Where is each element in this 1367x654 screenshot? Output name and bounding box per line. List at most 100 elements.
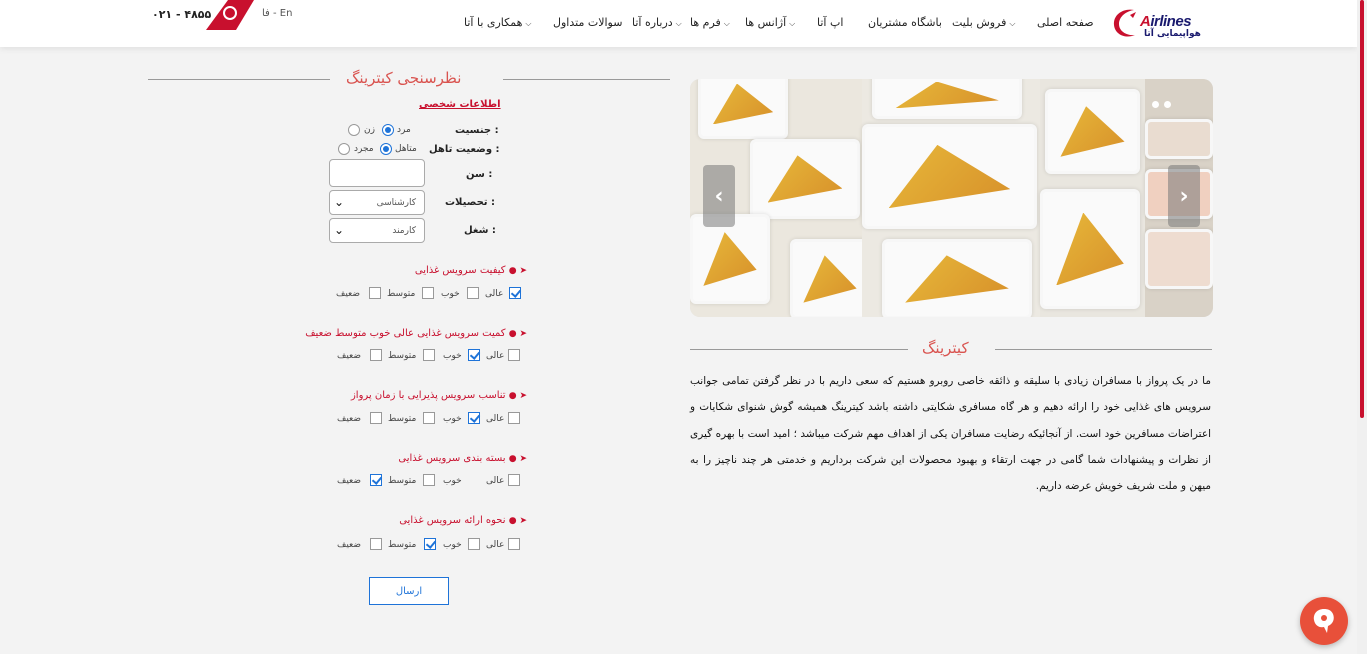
language-switch[interactable]: فا - En <box>262 8 292 19</box>
q4-option-excellent-checkbox[interactable] <box>508 474 520 486</box>
chevron-down-icon: ⌵ <box>1009 19 1016 28</box>
gender-male-radio[interactable] <box>382 124 394 136</box>
carousel-dot[interactable] <box>1152 101 1159 108</box>
gender-female-label: زن <box>364 125 375 135</box>
chevron-down-icon: ⌵ <box>789 19 796 28</box>
nav-agencies-label: آژانس ها <box>745 16 787 29</box>
question-title-text: تناسب سرویس پذیرایی با زمان پرواز <box>350 390 506 401</box>
q2-option-average-checkbox[interactable] <box>423 349 435 361</box>
question-title-text: نحوه ارائه سرویس غذایی <box>399 515 506 526</box>
food-tray <box>872 79 1022 119</box>
chevron-down-icon: ⌵ <box>525 19 532 28</box>
phone-number[interactable]: ۰۲۱ - ۴۸۵۵ <box>152 8 211 21</box>
carousel-next-button[interactable]: › <box>1168 165 1200 227</box>
submit-button[interactable]: ارسال <box>369 577 449 605</box>
q4-option-average-checkbox[interactable] <box>370 474 382 486</box>
nav-customer-club-label: باشگاه مشتریان <box>868 16 942 29</box>
q3-option-good-checkbox[interactable] <box>468 412 480 424</box>
age-input[interactable] <box>329 159 425 187</box>
nav-ticket-sales[interactable]: فروش بلیت ⌵ <box>952 16 1015 32</box>
logo-subtitle: هواپیمایی آتا <box>1144 29 1201 39</box>
chevron-down-icon: ⌄ <box>334 195 345 209</box>
job-label: شغل : <box>464 225 496 236</box>
option-label: عالی <box>486 476 505 486</box>
food-tray <box>790 239 870 317</box>
q1-option-good-checkbox[interactable] <box>467 287 479 299</box>
carousel-prev-button[interactable]: ‹ <box>703 165 735 227</box>
food-tray <box>882 239 1032 317</box>
logo-text: Airlines <box>1140 13 1192 30</box>
marital-married-label: متاهل <box>395 144 417 154</box>
job-select[interactable]: کارمند ⌄ <box>329 218 425 243</box>
marital-married-radio[interactable] <box>380 143 392 155</box>
nav-faq-label: سوالات متداول <box>553 16 623 29</box>
q3-option-average-checkbox[interactable] <box>423 412 435 424</box>
bullet-icon: ● ➤ <box>508 266 527 276</box>
option-label: ضعیف <box>337 540 362 550</box>
nav-about-label: درباره آتا <box>632 16 673 29</box>
q5-option-excellent-checkbox[interactable] <box>508 538 520 550</box>
nav-about[interactable]: درباره آتا ⌵ <box>632 16 682 32</box>
nav-forms[interactable]: فرم ها ⌵ <box>690 16 730 32</box>
carousel-dots[interactable] <box>1147 93 1171 112</box>
q5-option-good-checkbox[interactable] <box>468 538 480 550</box>
job-value: کارمند <box>392 226 416 236</box>
nav-customer-club[interactable]: باشگاه مشتریان <box>868 16 942 32</box>
bullet-icon: ● ➤ <box>508 329 527 339</box>
scrollbar-thumb[interactable] <box>1360 0 1364 418</box>
chevron-down-icon: ⌄ <box>334 223 345 237</box>
q1-option-excellent-checkbox[interactable] <box>509 287 521 299</box>
q3-option-excellent-checkbox[interactable] <box>508 412 520 424</box>
nav-faq[interactable]: سوالات متداول <box>553 16 622 32</box>
question-title: کیفیت سرویس غذایی ● ➤ <box>415 265 527 276</box>
carousel-slide-image <box>862 79 1040 317</box>
food-tray <box>862 124 1037 229</box>
divider <box>148 79 330 80</box>
food-tray <box>690 214 770 304</box>
food-tray <box>1040 189 1140 309</box>
nav-cooperation[interactable]: همکاری با آتا ⌵ <box>464 16 531 32</box>
site-header: Airlines هواپیمایی آتا صفحه اصلی فروش بل… <box>0 0 1357 47</box>
marital-single-radio[interactable] <box>338 143 350 155</box>
option-label: متوسط <box>388 414 417 424</box>
question-title: نحوه ارائه سرویس غذایی ● ➤ <box>399 515 527 526</box>
divider <box>690 349 908 350</box>
q2-option-excellent-checkbox[interactable] <box>508 349 520 361</box>
option-label: متوسط <box>388 540 417 550</box>
catering-carousel[interactable]: ‹ › <box>690 79 1213 317</box>
option-label: عالی <box>485 289 504 299</box>
nav-cooperation-label: همکاری با آتا <box>464 16 523 29</box>
option-label: خوب <box>443 414 462 424</box>
q2-option-poor-checkbox[interactable] <box>370 349 382 361</box>
q5-option-average-checkbox[interactable] <box>424 538 436 550</box>
education-select[interactable]: کارشناسی ⌄ <box>329 190 425 215</box>
gender-male-label: مرد <box>397 125 411 135</box>
option-label: ضعیف <box>336 289 361 299</box>
catering-description: ما در یک پرواز با مسافران زیادی با سلیقه… <box>690 375 1211 493</box>
nav-ticket-sales-label: فروش بلیت <box>952 16 1007 29</box>
question-title: بسته بندی سرویس غذایی ● ➤ <box>398 453 527 464</box>
nav-ata-app[interactable]: اپ آتا <box>817 16 843 32</box>
gender-female-radio[interactable] <box>348 124 360 136</box>
q1-option-poor-checkbox[interactable] <box>369 287 381 299</box>
q2-option-good-checkbox[interactable] <box>468 349 480 361</box>
logo-text-rest: irlines <box>1150 13 1192 30</box>
chevron-down-icon: ⌵ <box>723 19 730 28</box>
nav-home[interactable]: صفحه اصلی <box>1037 16 1094 32</box>
bullet-icon: ● ➤ <box>508 391 527 401</box>
chevron-right-icon: › <box>1179 183 1189 209</box>
q5-option-poor-checkbox[interactable] <box>370 538 382 550</box>
chevron-left-icon: ‹ <box>714 183 724 209</box>
question-title-text: بسته بندی سرویس غذایی <box>398 453 506 464</box>
nav-agencies[interactable]: آژانس ها ⌵ <box>745 16 795 32</box>
q4-option-good-checkbox[interactable] <box>423 474 435 486</box>
chat-button[interactable] <box>1300 597 1348 645</box>
education-value: کارشناسی <box>376 198 416 208</box>
page-scrollbar[interactable] <box>1357 0 1367 654</box>
airline-logo[interactable]: Airlines هواپیمایی آتا <box>1110 6 1210 42</box>
q3-option-poor-checkbox[interactable] <box>370 412 382 424</box>
carousel-dot[interactable] <box>1164 101 1171 108</box>
q1-option-average-checkbox[interactable] <box>422 287 434 299</box>
marital-single-label: مجرد <box>354 144 374 154</box>
food-tray <box>1145 229 1213 289</box>
